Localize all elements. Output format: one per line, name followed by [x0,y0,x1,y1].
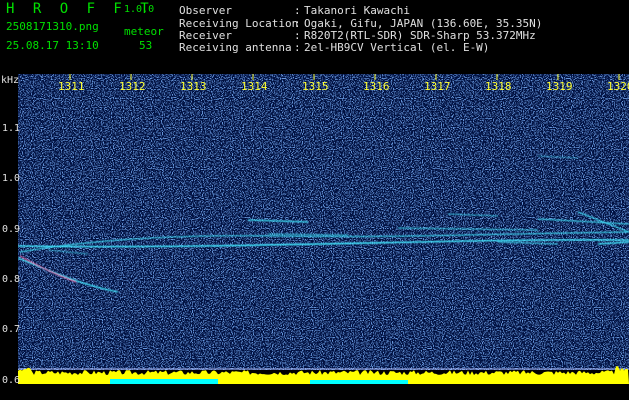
antenna-value: 2el-HB9CV Vertical (el. E-W) [304,41,490,54]
time-tick-label: 1317 [424,80,451,93]
observer-row: Observer: Takanori Kawachi [179,4,410,17]
observer-value: Takanori Kawachi [304,4,410,17]
date-time: 25.08.17 13:10 [6,39,99,52]
time-tick-label: 1319 [546,80,573,93]
spectrogram-panel [18,74,629,384]
app-version: 1.0.0 [124,4,155,15]
freq-tick-label: 1.0 [2,173,21,184]
freq-tick-label: 0.9 [2,224,21,235]
frequency-unit: kHz [1,75,20,86]
time-tick-label: 1313 [180,80,207,93]
header-panel: H R O F F T 1.0.0 2508171310.png meteor … [0,0,629,72]
time-tick-label: 1316 [363,80,390,93]
time-tick-label: 1315 [302,80,329,93]
freq-tick-label: 0.8 [2,274,21,285]
time-tick-label: 1318 [485,80,512,93]
freq-tick-label: 1.1 [2,123,21,134]
meteor-label: meteor [124,25,164,38]
meteor-count: 53 [139,39,153,52]
colon: : [294,4,301,17]
time-tick-label: 1314 [241,80,268,93]
file-name: 2508171310.png [6,20,99,33]
time-tick-label: 1312 [119,80,146,93]
observer-label: Observer [179,4,232,17]
antenna-row: Receiving antenna:2el-HB9CV Vertical (el… [179,41,489,54]
time-tick-label: 1320 [607,80,629,93]
colon: : [294,41,301,54]
freq-tick-label: 0.7 [2,324,21,335]
noise-layer [18,74,629,370]
antenna-label: Receiving antenna [179,41,292,54]
freq-tick-label: 0.6 [2,375,21,386]
time-tick-label: 1311 [58,80,85,93]
spectrogram-svg [18,74,629,384]
